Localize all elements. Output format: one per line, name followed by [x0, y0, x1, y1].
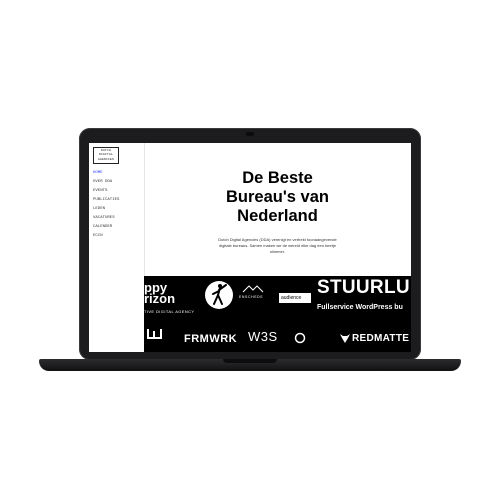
nav-over-dda[interactable]: OVER DDA	[93, 180, 112, 184]
hero-subtitle: Dutch Digital Agencies (DDA) verenigt en…	[144, 237, 411, 255]
enschede-logo[interactable]: ENSCHEDE	[239, 295, 263, 299]
audience-logo-text: audience	[281, 294, 302, 301]
nav-calender[interactable]: CALENDER	[93, 225, 112, 229]
nav-home[interactable]: HOME	[93, 171, 103, 175]
nav-leden[interactable]: LEDEN	[93, 207, 105, 211]
enschede-emblem-icon	[242, 285, 264, 293]
nav-vacatures[interactable]: VACATURES	[93, 216, 115, 220]
stuurlui-logo[interactable]: STUURLU	[317, 278, 410, 298]
dancer-logo-icon[interactable]	[204, 280, 234, 310]
laptop-screen: DUTCH DIGITAL AGENCIES HOME OVER DDA EVE…	[89, 143, 411, 352]
nav-events[interactable]: EVENTS	[93, 189, 107, 193]
logo-line-3: AGENCIES	[97, 157, 114, 161]
redmatter-bull-icon	[340, 334, 350, 343]
laptop-notch	[223, 359, 277, 363]
stuurlui-tagline: Fullservice WordPress bu	[317, 304, 403, 311]
nav-publicaties[interactable]: PUBLICATIES	[93, 198, 119, 202]
hero-title-line-3: Nederland	[237, 207, 318, 225]
member-logo-strip: ppy rizon TIVE DIGITAL AGENCY ENSCHEDE a…	[144, 276, 411, 352]
sidebar: DUTCH DIGITAL AGENCIES HOME OVER DDA EVE…	[89, 143, 145, 352]
ring-logo-icon[interactable]	[294, 332, 306, 344]
monogram-logo-icon[interactable]	[147, 327, 162, 339]
redmatter-logo[interactable]: REDMATTE	[352, 333, 409, 344]
hero-subtitle-line-3: slimmer.	[270, 249, 285, 254]
hero-title: De Beste Bureau's van Nederland	[144, 169, 411, 226]
w3s-logo[interactable]: W3S	[248, 330, 278, 344]
nav-eccn[interactable]: ECCN	[93, 234, 103, 238]
framework-logo[interactable]: FRMWRK	[184, 333, 237, 345]
site-logo[interactable]: DUTCH DIGITAL AGENCIES	[93, 147, 119, 164]
happy-horizon-tagline: TIVE DIGITAL AGENCY	[144, 309, 195, 314]
laptop-camera	[246, 132, 254, 136]
hero-title-line-2: Bureau's van	[226, 188, 329, 206]
hero-title-line-1: De Beste	[242, 169, 313, 187]
happy-horizon-logo-line-2[interactable]: rizon	[144, 292, 175, 305]
audience-logo[interactable]: audience	[279, 293, 311, 303]
